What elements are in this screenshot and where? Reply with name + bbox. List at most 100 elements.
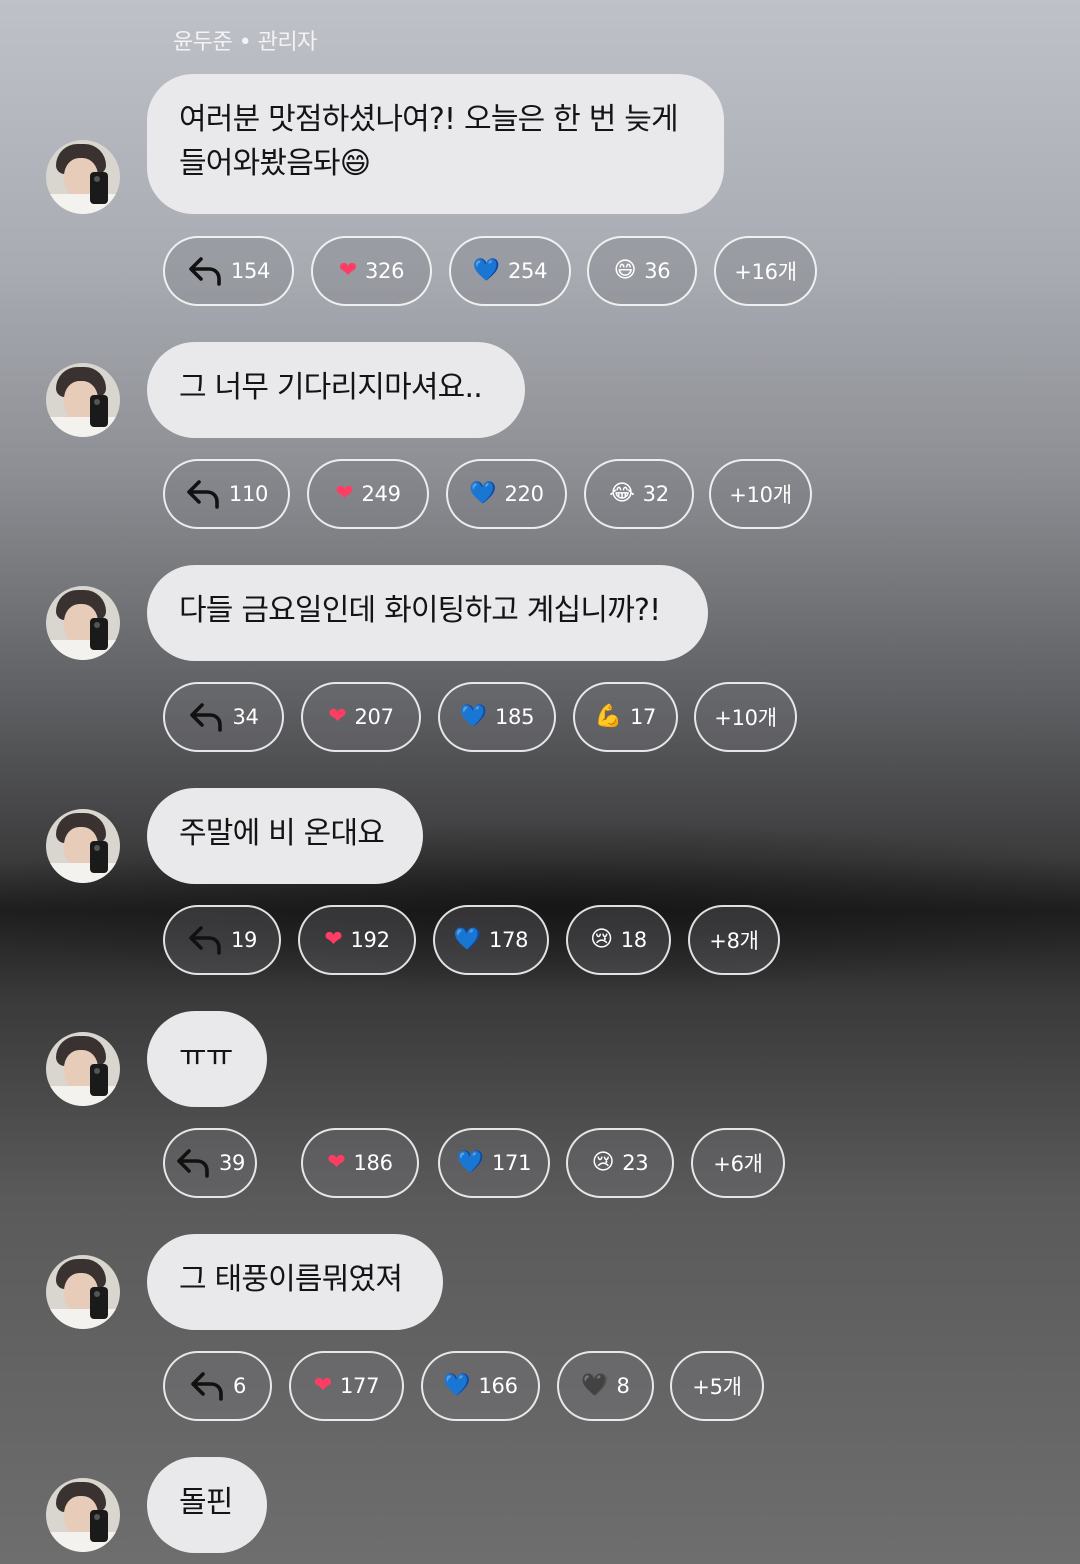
- reaction-count: 18: [620, 928, 647, 952]
- reaction-chip[interactable]: 😢 18: [566, 905, 671, 975]
- more-reactions-label: +5개: [692, 1375, 742, 1399]
- black-heart-icon: 🖤: [581, 1373, 609, 1398]
- blue-heart-icon: 💙: [453, 927, 481, 952]
- avatar[interactable]: [46, 1255, 120, 1329]
- reply-button[interactable]: 154: [163, 236, 294, 306]
- grinning-face-icon: 😄: [613, 258, 637, 283]
- reaction-count: 23: [622, 1151, 649, 1175]
- red-heart-icon: ❤: [327, 1150, 346, 1175]
- reply-button[interactable]: 6: [163, 1351, 272, 1421]
- red-heart-icon: ❤: [335, 481, 354, 506]
- red-heart-icon: ❤: [313, 1373, 332, 1398]
- reaction-chip[interactable]: 😢 23: [566, 1128, 674, 1198]
- reaction-count: 171: [491, 1151, 532, 1175]
- red-heart-icon: ❤: [324, 927, 343, 952]
- reaction-count: 177: [339, 1374, 380, 1398]
- more-reactions-button[interactable]: +16개: [714, 236, 817, 306]
- blue-heart-icon: 💙: [456, 1150, 484, 1175]
- reaction-count: 326: [364, 259, 405, 283]
- more-reactions-button[interactable]: +6개: [691, 1128, 785, 1198]
- more-reactions-button[interactable]: +10개: [709, 459, 812, 529]
- reaction-count: 207: [354, 705, 394, 729]
- message-bubble[interactable]: 그 너무 기다리지마셔요..: [147, 342, 525, 438]
- reaction-chip[interactable]: 💙 220: [446, 459, 567, 529]
- blue-heart-icon: 💙: [459, 704, 487, 729]
- reply-count: 6: [232, 1374, 247, 1398]
- message-bubble[interactable]: 다들 금요일인데 화이팅하고 계십니까?!: [147, 565, 708, 661]
- avatar[interactable]: [46, 586, 120, 660]
- reaction-chip[interactable]: 💙 171: [438, 1128, 550, 1198]
- tears-of-joy-icon: 😂: [609, 481, 635, 506]
- reaction-count: 178: [488, 928, 529, 952]
- reply-count: 19: [230, 928, 258, 952]
- more-reactions-label: +16개: [734, 260, 797, 284]
- reaction-chip[interactable]: 💙 166: [421, 1351, 540, 1421]
- reaction-count: 17: [629, 705, 657, 729]
- message-text-line: 돌핀: [179, 1485, 233, 1520]
- reaction-chip[interactable]: 😄 36: [587, 236, 697, 306]
- blue-heart-icon: 💙: [443, 1373, 471, 1398]
- reaction-chip[interactable]: 💙 185: [438, 682, 556, 752]
- reply-arrow-icon: [187, 924, 223, 956]
- message-text-line: 그 너무 기다리지마셔요..: [179, 370, 483, 405]
- avatar[interactable]: [46, 1032, 120, 1106]
- message-bubble[interactable]: 돌핀: [147, 1457, 267, 1553]
- more-reactions-button[interactable]: +10개: [694, 682, 797, 752]
- avatar[interactable]: [46, 809, 120, 883]
- avatar[interactable]: [46, 363, 120, 437]
- crying-face-icon: 😢: [590, 927, 613, 952]
- message-bubble[interactable]: ㅠㅠ: [147, 1011, 267, 1107]
- reaction-chip[interactable]: 💪 17: [573, 682, 678, 752]
- more-reactions-label: +6개: [713, 1152, 763, 1176]
- reply-count: 110: [228, 482, 269, 506]
- reply-button[interactable]: 34: [163, 682, 284, 752]
- reaction-chip[interactable]: ❤ 186: [301, 1128, 419, 1198]
- reply-button[interactable]: 110: [163, 459, 290, 529]
- reaction-count: 220: [504, 482, 544, 506]
- avatar[interactable]: [46, 140, 120, 214]
- reaction-chip[interactable]: ❤ 207: [301, 682, 421, 752]
- reply-count: 39: [218, 1151, 246, 1175]
- message-text-line: 그 태풍이름뭐였져: [179, 1262, 403, 1297]
- reaction-count: 36: [644, 259, 671, 283]
- sender-name: 윤두준 • 관리자: [173, 30, 317, 55]
- reply-button[interactable]: 39: [163, 1128, 257, 1198]
- message-text-line: 여러분 맛점하셨나여?! 오늘은 한 번 늦게: [179, 102, 679, 137]
- reaction-chip[interactable]: 🖤 8: [557, 1351, 654, 1421]
- reply-arrow-icon: [189, 1370, 225, 1402]
- message-bubble[interactable]: 그 태풍이름뭐였져: [147, 1234, 443, 1330]
- message-text-line: 주말에 비 온대요: [179, 816, 385, 851]
- more-reactions-button[interactable]: +8개: [688, 905, 780, 975]
- reaction-count: 8: [616, 1374, 630, 1398]
- reaction-count: 192: [350, 928, 390, 952]
- reaction-chip[interactable]: ❤ 249: [307, 459, 429, 529]
- reaction-count: 32: [642, 482, 669, 506]
- more-reactions-button[interactable]: +5개: [670, 1351, 764, 1421]
- reaction-count: 185: [494, 705, 535, 729]
- crying-face-icon: 😢: [591, 1150, 615, 1175]
- reaction-count: 166: [478, 1374, 518, 1398]
- reply-count: 154: [230, 259, 271, 283]
- message-text-line: ㅠㅠ: [179, 1039, 233, 1074]
- red-heart-icon: ❤: [338, 258, 357, 283]
- reaction-chip[interactable]: ❤ 192: [298, 905, 416, 975]
- message-bubble[interactable]: 주말에 비 온대요: [147, 788, 423, 884]
- reaction-chip[interactable]: 😂 32: [584, 459, 694, 529]
- message-bubble[interactable]: 여러분 맛점하셨나여?! 오늘은 한 번 늦게들어와봤음돠😄: [147, 74, 724, 214]
- reaction-chip[interactable]: 💙 178: [433, 905, 549, 975]
- reaction-chip[interactable]: 💙 254: [449, 236, 571, 306]
- red-heart-icon: ❤: [328, 704, 347, 729]
- message-text-line: 다들 금요일인데 화이팅하고 계십니까?!: [179, 593, 661, 628]
- reaction-chip[interactable]: ❤ 177: [289, 1351, 404, 1421]
- more-reactions-label: +10개: [714, 706, 777, 730]
- message-text-line: 들어와봤음돠😄: [179, 146, 371, 181]
- avatar[interactable]: [46, 1478, 120, 1552]
- more-reactions-label: +8개: [709, 929, 759, 953]
- reaction-count: 186: [353, 1151, 393, 1175]
- reaction-count: 254: [507, 259, 548, 283]
- reply-arrow-icon: [188, 701, 224, 733]
- reaction-chip[interactable]: ❤ 326: [311, 236, 432, 306]
- reaction-count: 249: [361, 482, 401, 506]
- reply-button[interactable]: 19: [163, 905, 281, 975]
- reply-arrow-icon: [187, 255, 223, 287]
